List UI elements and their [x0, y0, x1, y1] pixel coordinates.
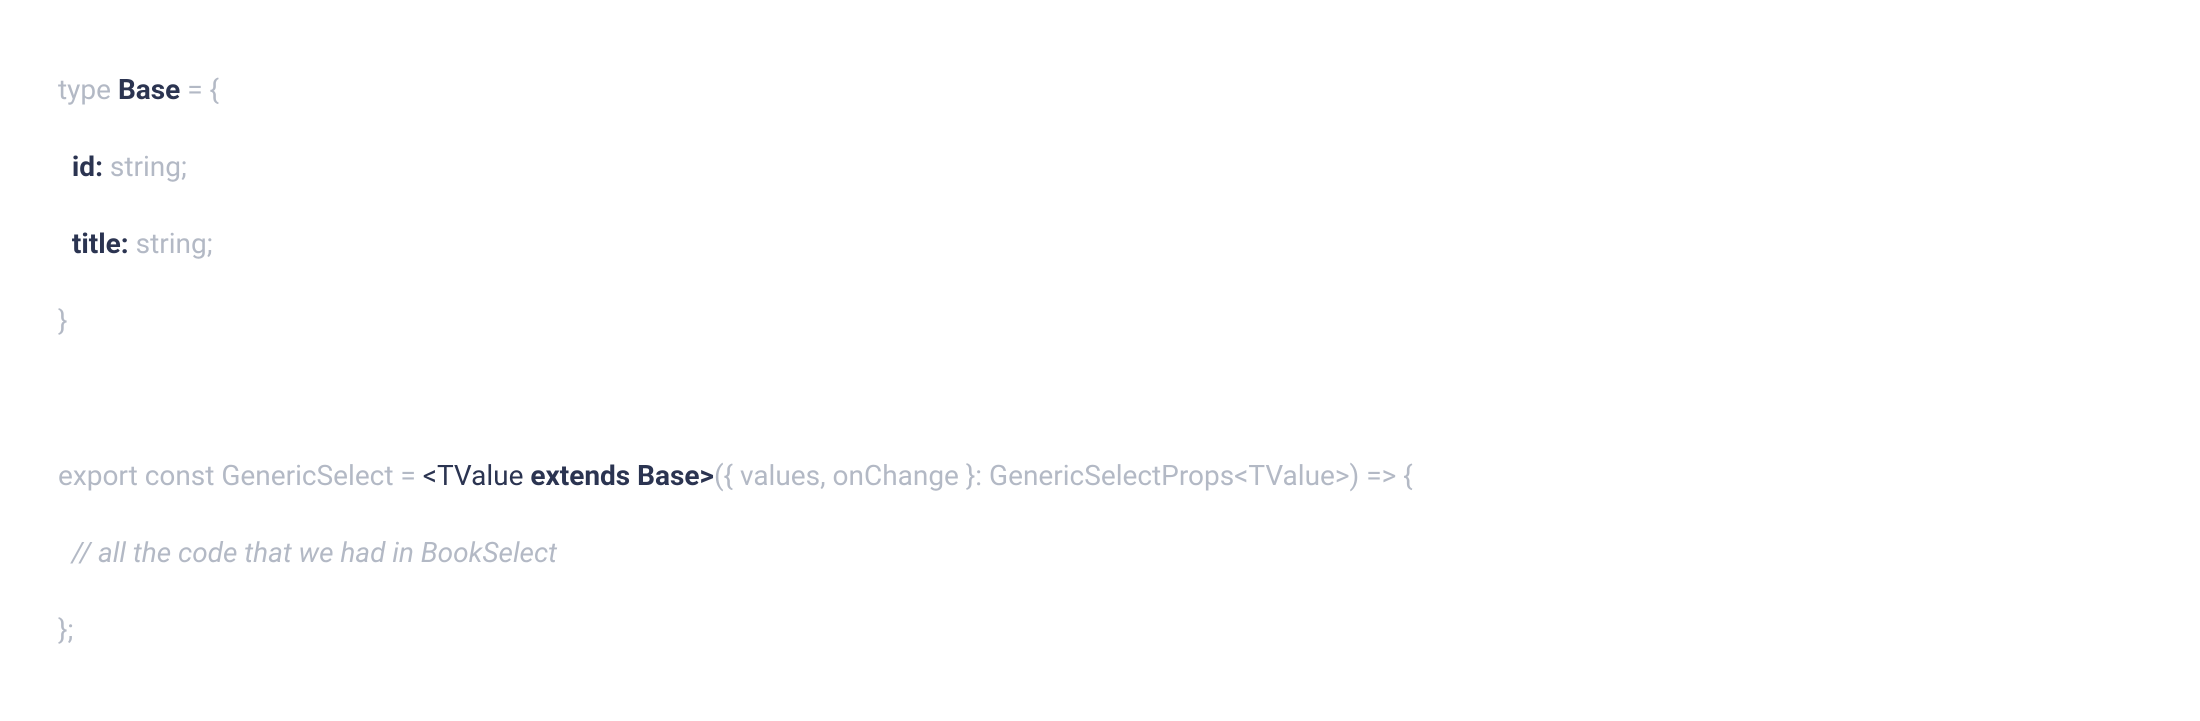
function-signature: ({ values, onChange }: GenericSelectProp…	[714, 459, 1413, 492]
indent	[58, 227, 72, 260]
code-line-2: id: string;	[58, 148, 2142, 187]
code-line-7: // all the code that we had in BookSelec…	[58, 534, 2142, 573]
brace-close: }	[58, 304, 67, 337]
code-line-5	[58, 380, 2142, 419]
type-name: Base	[118, 73, 180, 106]
generic-param-open: <TValue	[423, 459, 531, 492]
extends-clause: extends Base>	[530, 459, 714, 492]
code-snippet: type Base = { id: string; title: string;…	[58, 32, 2142, 689]
code-line-6: export const GenericSelect = <TValue ext…	[58, 457, 2142, 496]
code-line-8: };	[58, 611, 2142, 650]
indent	[58, 150, 72, 183]
export-declaration: export const GenericSelect =	[58, 459, 423, 492]
type-string: string;	[129, 227, 213, 260]
keyword-type: type	[58, 73, 118, 106]
code-line-4: }	[58, 302, 2142, 341]
comment: // all the code that we had in BookSelec…	[58, 536, 557, 569]
code-line-1: type Base = {	[58, 71, 2142, 110]
property-id: id:	[72, 150, 103, 183]
closing-brace: };	[58, 613, 73, 646]
property-title: title:	[72, 227, 129, 260]
brace-open: = {	[180, 73, 219, 106]
type-string: string;	[103, 150, 187, 183]
code-line-3: title: string;	[58, 225, 2142, 264]
